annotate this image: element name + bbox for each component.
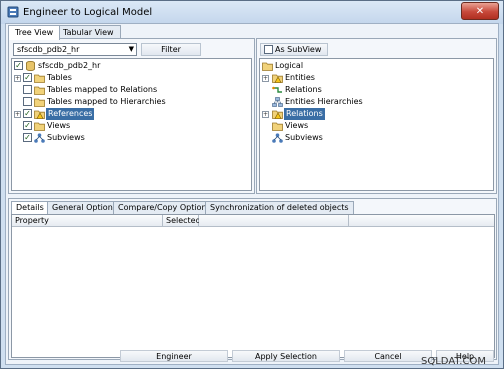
expand-icon[interactable]: + (14, 111, 21, 118)
tab-tree-view[interactable]: Tree View (8, 25, 61, 40)
tree-item-label: Tables mapped to Relations (47, 85, 158, 94)
close-button[interactable]: ✕ (461, 2, 499, 20)
checkbox-icon[interactable]: ✓ (23, 121, 32, 130)
apply-selection-button[interactable]: Apply Selection (232, 350, 340, 362)
warning-folder-icon (34, 110, 45, 119)
tree-item-relations-folder[interactable]: Relations (260, 84, 490, 96)
source-tree-panel: sfscdb_pdb2_hr ▼ Filter ✓ sfscdb_pdb2_hr… (8, 38, 255, 194)
tree-item-label: Views (47, 121, 71, 130)
subview-icon (34, 133, 45, 143)
tree-item-label: Entities Hierarchies (285, 97, 363, 106)
tree-item-label: sfscdb_pdb2_hr (38, 61, 101, 70)
model-select[interactable]: sfscdb_pdb2_hr ▼ (13, 43, 137, 56)
folder-icon (34, 86, 45, 95)
tree-item-views[interactable]: Views (260, 120, 490, 132)
column-header-filler (349, 215, 494, 227)
tree-item-label: Views (285, 121, 309, 130)
options-panel: Details General Options Compare/Copy Opt… (8, 198, 497, 360)
tree-item-label: Relations (285, 85, 322, 94)
tree-item-label: Relations (284, 108, 325, 120)
folder-icon (34, 122, 45, 131)
close-icon: ✕ (475, 5, 485, 17)
as-subview-label: As SubView (275, 45, 322, 54)
as-subview-checkbox[interactable] (264, 45, 273, 54)
watermark-text: SQLDAT.COM (421, 356, 486, 367)
expand-icon[interactable]: + (262, 111, 269, 118)
expand-icon[interactable]: + (262, 75, 269, 82)
tree-item-references[interactable]: + ✓ References (12, 108, 247, 120)
tab-tabular-view[interactable]: Tabular View (56, 25, 121, 39)
dialog-client-area: Tree View Tabular View sfscdb_pdb2_hr ▼ … (5, 23, 499, 365)
tree-item-entities-hierarchies[interactable]: Entities Hierarchies (260, 96, 490, 108)
tree-item-label: Subviews (47, 133, 85, 142)
tree-item-subviews[interactable]: ✓ Subviews (12, 132, 247, 144)
tree-item-label: Entities (285, 73, 315, 82)
folder-icon (34, 98, 45, 107)
tree-item-label: Subviews (285, 133, 323, 142)
as-subview-toggle[interactable]: As SubView (260, 43, 328, 56)
filter-button[interactable]: Filter (141, 43, 201, 56)
expand-icon[interactable]: + (14, 75, 21, 82)
tree-item-entities[interactable]: + Entities (260, 72, 490, 84)
model-select-value: sfscdb_pdb2_hr (17, 45, 80, 54)
folder-icon (34, 74, 45, 83)
warning-folder-icon (272, 110, 283, 119)
target-tree-panel: As SubView Logical + Entities Relations (256, 38, 497, 194)
cancel-button[interactable]: Cancel (344, 350, 432, 362)
tree-item-label: Logical (275, 61, 304, 70)
chevron-down-icon: ▼ (128, 45, 134, 53)
checkbox-icon[interactable] (23, 97, 32, 106)
tree-item-label: Tables (47, 73, 72, 82)
property-grid: Property Selected (11, 214, 495, 358)
dialog-window: Engineer to Logical Model ✕ Tree View Ta… (0, 0, 504, 369)
tab-details[interactable]: Details (11, 201, 49, 215)
column-header-property[interactable]: Property (12, 215, 163, 227)
folder-icon (262, 62, 273, 71)
tree-item-logical[interactable]: Logical (260, 60, 490, 72)
tree-item-tables-relations[interactable]: Tables mapped to Relations (12, 84, 247, 96)
source-tree: ✓ sfscdb_pdb2_hr + ✓ Tables Tables mappe… (11, 58, 252, 191)
tree-item-label: Tables mapped to Hierarchies (47, 97, 166, 106)
relation-icon (272, 86, 282, 93)
tree-item-schema[interactable]: ✓ sfscdb_pdb2_hr (12, 60, 247, 72)
checkbox-icon[interactable]: ✓ (23, 73, 32, 82)
checkbox-icon[interactable]: ✓ (14, 61, 23, 70)
target-tree: Logical + Entities Relations Entities Hi… (259, 58, 494, 191)
hierarchy-icon (272, 97, 283, 107)
tab-general-options[interactable]: General Options (47, 201, 122, 214)
subview-icon (272, 133, 283, 143)
column-header-selected[interactable]: Selected (163, 215, 201, 227)
tab-compare-copy-options[interactable]: Compare/Copy Options (113, 201, 216, 214)
title-bar[interactable]: Engineer to Logical Model ✕ (1, 1, 503, 24)
folder-icon (272, 122, 283, 131)
tree-item-tables[interactable]: + ✓ Tables (12, 72, 247, 84)
tree-item-subviews[interactable]: Subviews (260, 132, 490, 144)
checkbox-icon[interactable]: ✓ (23, 109, 32, 118)
column-header-blank[interactable] (199, 215, 349, 227)
app-model-icon (7, 6, 19, 18)
tree-item-views[interactable]: ✓ Views (12, 120, 247, 132)
tree-item-relations-selected[interactable]: + Relations (260, 108, 490, 120)
tree-item-tables-hierarchies[interactable]: Tables mapped to Hierarchies (12, 96, 247, 108)
database-icon (26, 61, 35, 71)
engineer-button[interactable]: Engineer (120, 350, 228, 362)
tab-sync-deleted-objects[interactable]: Synchronization of deleted objects (205, 201, 354, 214)
checkbox-icon[interactable] (23, 85, 32, 94)
warning-folder-icon (272, 74, 283, 83)
checkbox-icon[interactable]: ✓ (23, 133, 32, 142)
window-title: Engineer to Logical Model (23, 7, 153, 18)
tree-item-label: References (46, 108, 95, 120)
